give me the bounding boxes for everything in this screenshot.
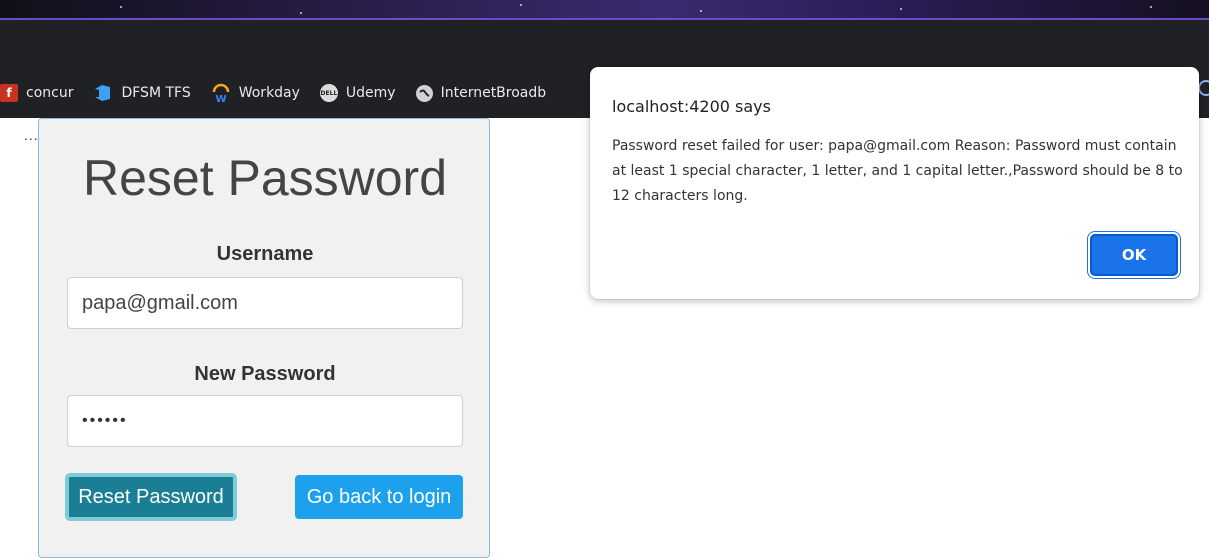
new-password-input[interactable] [67,395,463,447]
bookmark-label: concur [26,85,74,101]
bookmark-label: DFSM TFS [121,85,191,101]
bookmark-label: Workday [238,85,300,101]
reset-password-card: Reset Password Username New Password Res… [38,118,490,558]
alert-dialog: localhost:4200 says Password reset faile… [590,67,1199,299]
browser-theme-header [0,0,1209,20]
browser-tabstrip [0,20,1209,68]
dell-icon: DELL [319,84,338,102]
username-label: Username [216,243,314,265]
overflow-ellipsis: ... [24,127,39,143]
page-title: Reset Password [82,150,448,206]
bookmark-concur[interactable]: f concur [0,84,73,102]
azure-devops-icon [93,84,113,102]
bookmark-dfsm-tfs[interactable]: DFSM TFS [93,84,191,102]
bookmark-internet-broadband[interactable]: InternetBroadb [415,84,547,102]
bookmark-workday[interactable]: W Workday [211,83,300,103]
globe-icon [415,84,433,102]
username-input[interactable] [67,277,463,329]
ok-button[interactable]: OK [1090,234,1178,276]
svg-text:W: W [215,94,226,103]
concur-icon: f [0,84,18,102]
dialog-message: Password reset failed for user: papa@gma… [612,138,1183,204]
dialog-title: localhost:4200 says [612,97,771,116]
bookmark-label: Udemy [345,85,396,101]
bookmark-udemy[interactable]: DELL Udemy [319,84,396,102]
new-password-label: New Password [194,363,336,385]
workday-icon: W [211,83,231,103]
extension-icon[interactable] [1198,80,1209,96]
bookmark-label: InternetBroadb [440,85,547,101]
reset-password-button[interactable]: Reset Password [65,473,237,521]
back-to-login-button[interactable]: Go back to login [295,475,463,519]
